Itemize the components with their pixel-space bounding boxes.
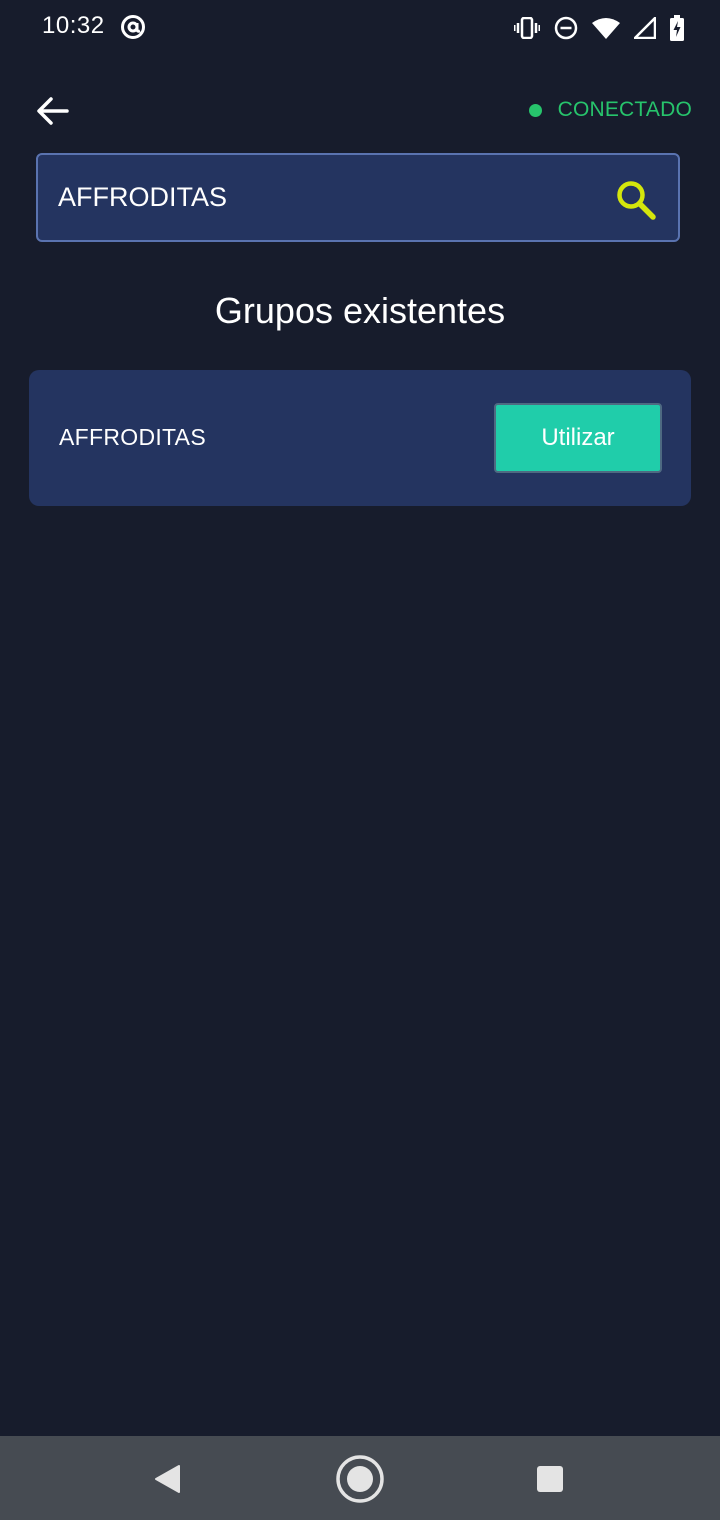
status-icons [514, 12, 684, 44]
wifi-icon [592, 17, 620, 39]
group-name: AFFRODITAS [59, 424, 206, 450]
status-time: 10:32 [42, 12, 105, 39]
arrow-left-icon [37, 97, 69, 125]
vibrate-icon [514, 17, 540, 39]
group-card: AFFRODITAS Utilizar [29, 370, 691, 506]
back-button[interactable] [30, 88, 76, 134]
nav-home-button[interactable] [335, 1454, 385, 1504]
use-group-button[interactable]: Utilizar [494, 403, 662, 473]
back-triangle-icon [155, 1465, 180, 1493]
search-input[interactable] [58, 155, 598, 240]
connection-dot-icon [528, 103, 542, 117]
search-icon[interactable] [616, 180, 656, 220]
connection-status: CONECTADO [528, 98, 692, 122]
at-sign-icon [120, 14, 146, 40]
home-circle-icon [336, 1455, 384, 1503]
page-title: Grupos existentes [214, 290, 506, 331]
do-not-disturb-icon [554, 16, 578, 40]
search-box [36, 153, 680, 242]
nav-recents-button[interactable] [525, 1454, 575, 1504]
status-bar: 10:32 [0, 0, 720, 56]
navigation-bar [0, 1436, 720, 1520]
nav-back-button[interactable] [142, 1454, 192, 1504]
signal-icon [634, 17, 656, 39]
recents-square-icon [537, 1466, 563, 1492]
battery-charging-icon [670, 15, 684, 41]
connection-label: CONECTADO [557, 98, 692, 121]
